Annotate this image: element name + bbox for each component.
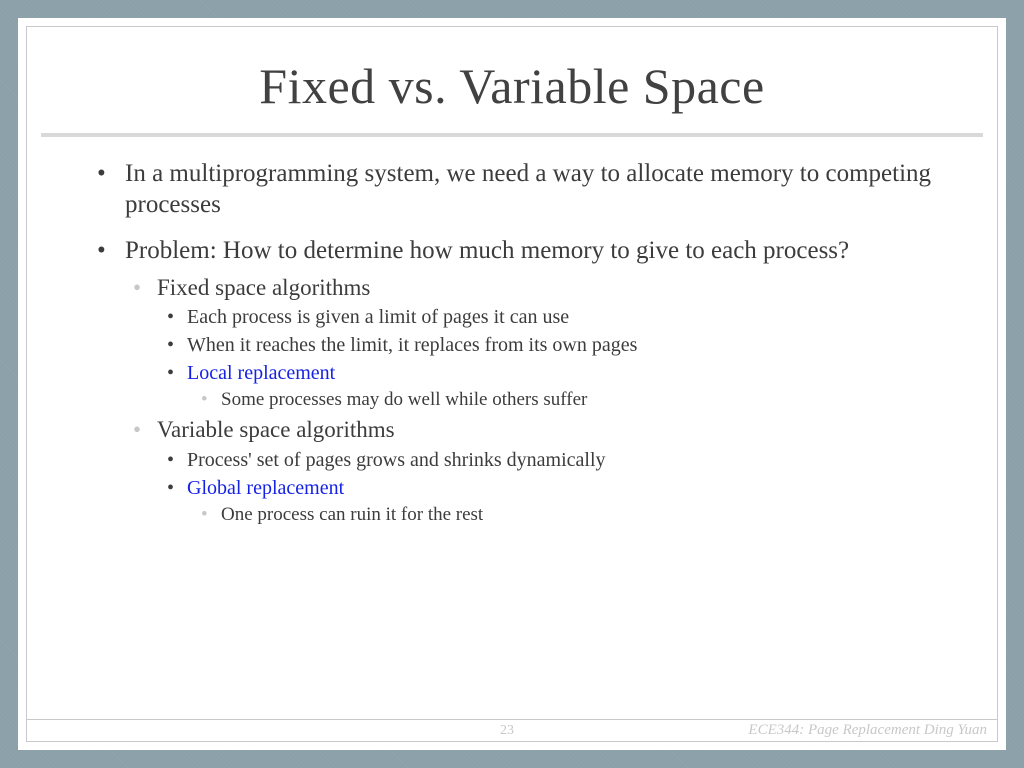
slide: Fixed vs. Variable Space In a multiprogr… [18, 18, 1006, 750]
bullet-var-heading: Variable space algorithms Process' set o… [125, 415, 947, 528]
page-number: 23 [500, 723, 514, 739]
bullet-intro: In a multiprogramming system, we need a … [77, 159, 947, 220]
fixed-heading-text: Fixed space algorithms [157, 275, 370, 300]
bullet-var-1: Process' set of pages grows and shrinks … [157, 447, 947, 473]
bullet-fixed-1: Each process is given a limit of pages i… [157, 304, 947, 330]
bullet-var-2: Global replacement One process can ruin … [157, 475, 947, 528]
bullet-fixed-2: When it reaches the limit, it replaces f… [157, 332, 947, 358]
footer-bar: 23 ECE344: Page Replacement Ding Yuan [27, 719, 997, 741]
var-heading-text: Variable space algorithms [157, 417, 395, 442]
bullet-var-2-sub: One process can ruin it for the rest [187, 503, 947, 528]
bullet-fixed-heading: Fixed space algorithms Each process is g… [125, 273, 947, 414]
bullet-problem-text: Problem: How to determine how much memor… [125, 237, 849, 264]
local-replacement-link: Local replacement [187, 362, 335, 384]
bullet-fixed-3-sub: Some processes may do well while others … [187, 388, 947, 413]
slide-title: Fixed vs. Variable Space [47, 57, 977, 115]
slide-content: In a multiprogramming system, we need a … [27, 137, 997, 528]
slide-frame: Fixed vs. Variable Space In a multiprogr… [26, 26, 998, 742]
bullet-problem: Problem: How to determine how much memor… [77, 236, 947, 528]
title-area: Fixed vs. Variable Space [27, 27, 997, 133]
global-replacement-link: Global replacement [187, 477, 344, 499]
bullet-fixed-3: Local replacement Some processes may do … [157, 360, 947, 413]
course-info: ECE344: Page Replacement Ding Yuan [514, 722, 997, 739]
